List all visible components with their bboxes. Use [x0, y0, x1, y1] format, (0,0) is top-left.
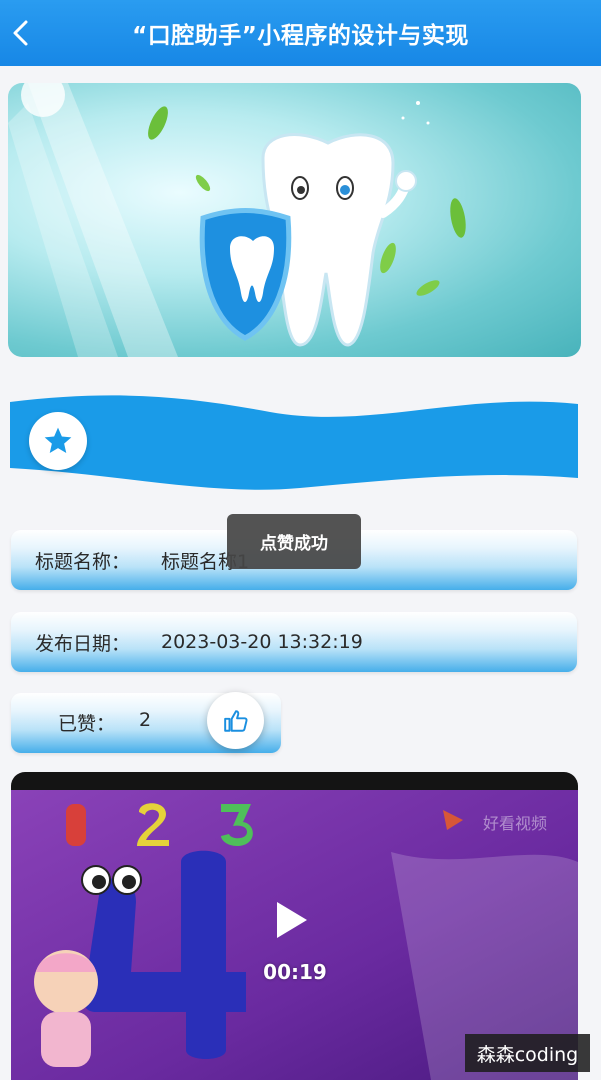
- thumbs-up-icon: [223, 709, 248, 732]
- chevron-left-icon: [13, 20, 28, 46]
- play-icon: [277, 902, 307, 938]
- back-button[interactable]: [6, 13, 36, 53]
- banner-image: [8, 83, 581, 357]
- wave-decoration: [10, 390, 578, 500]
- publish-date-row: 发布日期： 2023-03-20 13:32:19: [11, 612, 577, 672]
- favorite-button[interactable]: [29, 412, 87, 470]
- publish-date-value: 2023-03-20 13:32:19: [161, 631, 363, 653]
- page-title: “口腔助手”小程序的设计与实现: [132, 23, 469, 49]
- video-current-time: 00:19: [263, 960, 327, 984]
- publish-date-label: 发布日期：: [35, 632, 131, 655]
- play-button[interactable]: [273, 900, 313, 940]
- likes-count: 2: [139, 709, 152, 731]
- like-button[interactable]: [207, 692, 264, 749]
- star-icon: [44, 427, 72, 453]
- toast-message: 点赞成功: [227, 514, 361, 569]
- likes-label: 已赞：: [58, 713, 116, 735]
- corner-watermark: 森森coding: [465, 1034, 590, 1072]
- tooth-illustration: [8, 83, 466, 357]
- top-navigation-bar: “口腔助手”小程序的设计与实现: [0, 0, 601, 66]
- video-watermark: 好看视频: [483, 814, 548, 833]
- title-label: 标题名称：: [35, 550, 131, 573]
